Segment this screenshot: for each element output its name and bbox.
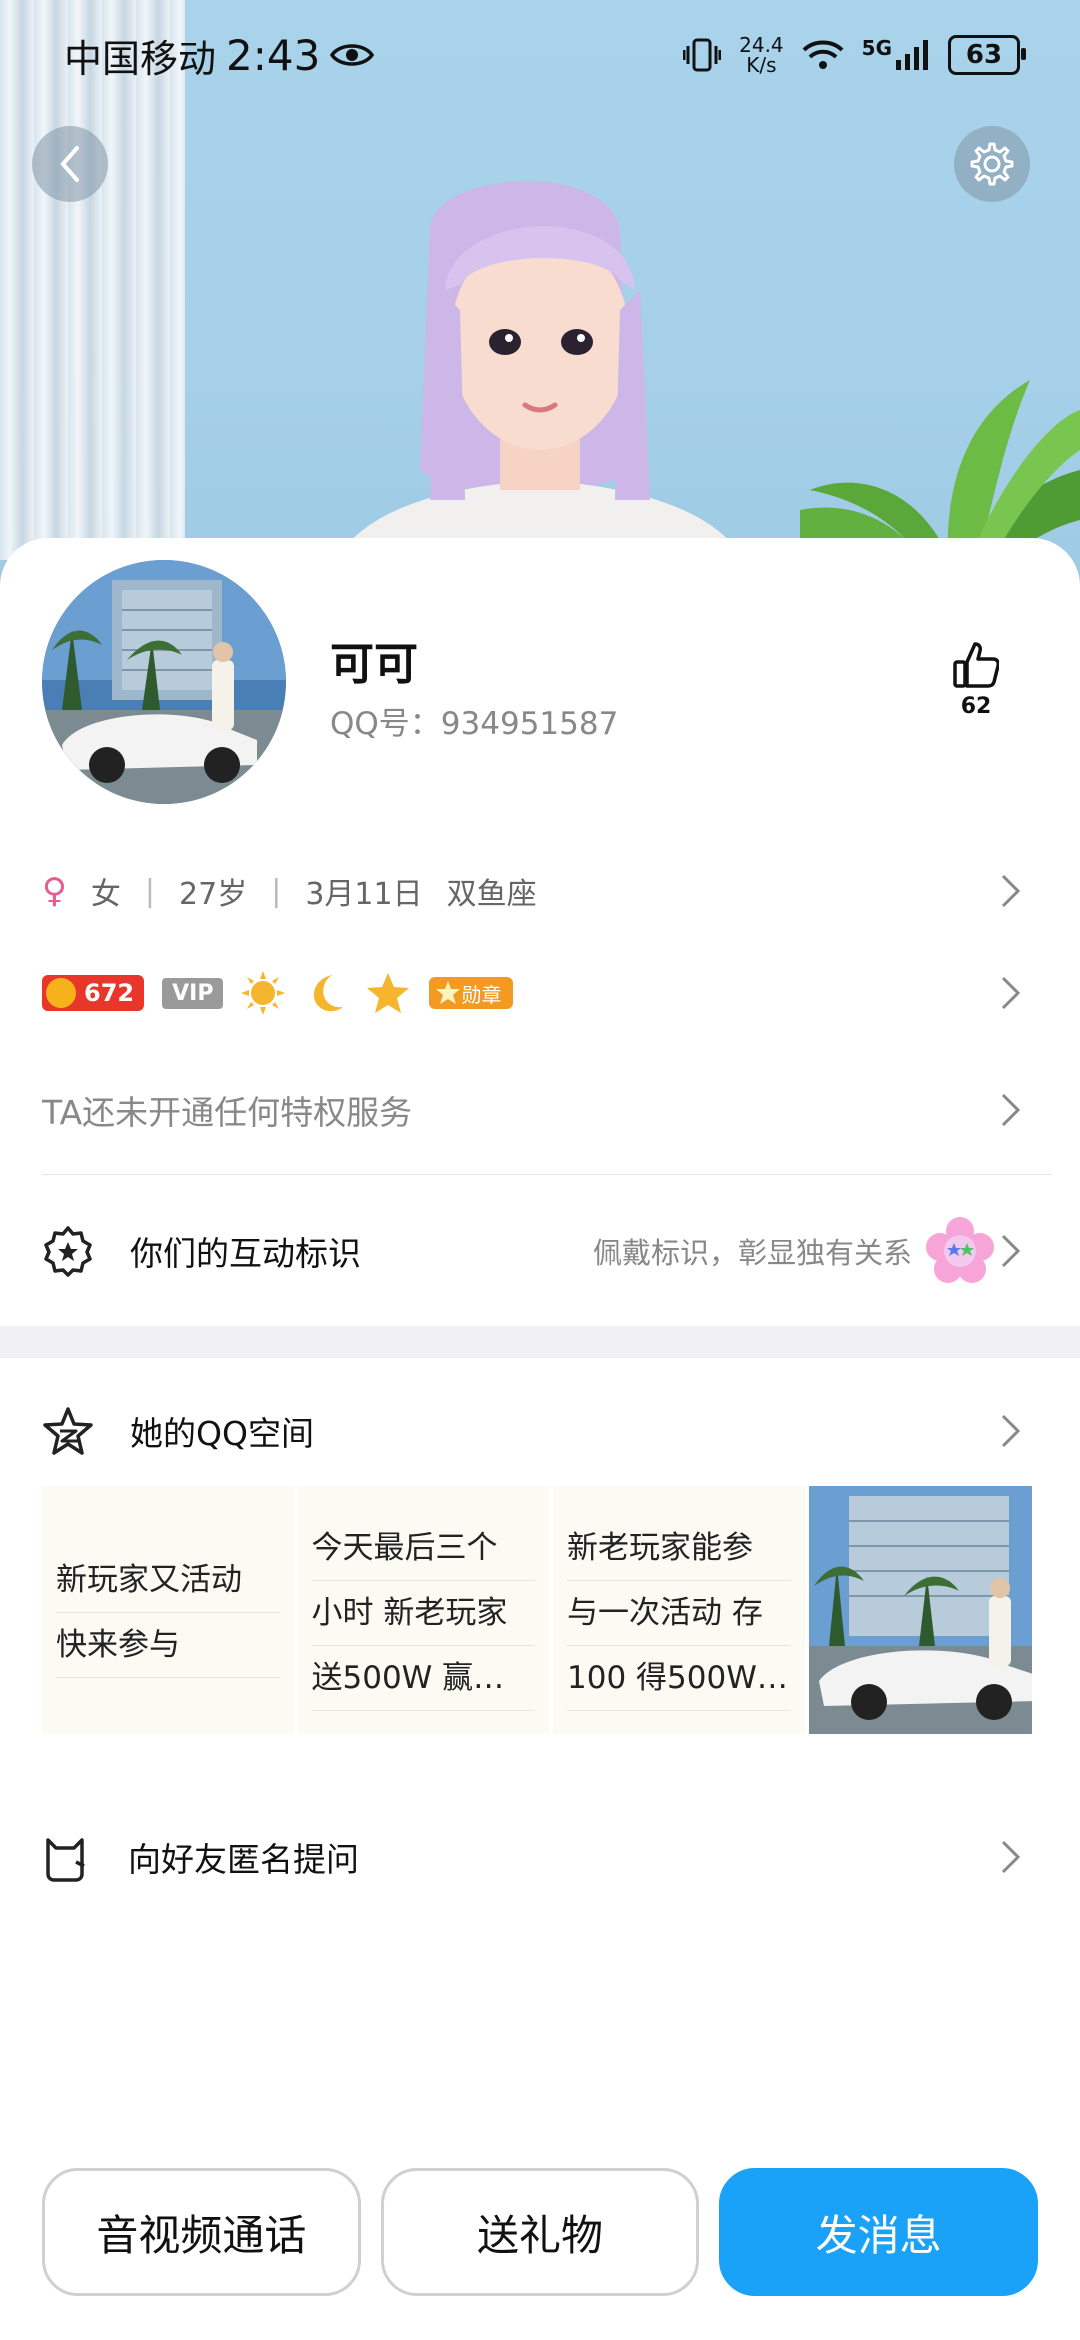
post-line: 新老玩家能参 [567, 1516, 791, 1581]
divider: | [271, 873, 282, 909]
profile-card: 可可 QQ号：934951587 62 ♀ 女 | 27岁 | 3月11日 双鱼… [0, 538, 1080, 2340]
qq-level-badge: 672 [42, 975, 145, 1011]
basic-info-row[interactable]: ♀ 女 | 27岁 | 3月11日 双鱼座 [42, 856, 1052, 926]
network-type: 5G [861, 36, 892, 60]
thumbs-up-icon [953, 642, 1000, 688]
privilege-row[interactable]: TA还未开通任何特权服务 [42, 1070, 1052, 1150]
action-bar: 音视频通话 送礼物 发消息 [42, 2168, 1039, 2296]
back-button[interactable] [32, 126, 108, 202]
interaction-label: 你们的互动标识 [130, 1234, 361, 1273]
zodiac: 双鱼座 [446, 877, 537, 912]
qzone-post-tile[interactable]: 新玩家又活动 快来参与 [42, 1486, 294, 1734]
chevron-right-icon [1001, 874, 1021, 908]
medal-star-icon [436, 981, 461, 1004]
battery-level: 63 [965, 40, 1003, 70]
medal-badge: 勋章 [429, 977, 514, 1009]
send-gift-button[interactable]: 送礼物 [380, 2168, 700, 2296]
battery-indicator: 63 [948, 35, 1026, 75]
avatar[interactable] [42, 560, 286, 804]
chevron-right-icon [1001, 1234, 1021, 1268]
level-badges-row[interactable]: 672 VIP 勋章 [42, 958, 1052, 1028]
vip-badge: VIP [162, 977, 224, 1009]
chevron-right-icon [1001, 1414, 1021, 1448]
star-badge-icon [44, 1226, 92, 1277]
level-value: 672 [84, 979, 135, 1007]
post-line: 100 得500W… [567, 1646, 791, 1711]
post-line: 快来参与 [56, 1613, 280, 1678]
qq-number: QQ号：934951587 [330, 706, 619, 742]
wifi-icon [802, 40, 844, 69]
divider: | [144, 873, 156, 909]
qzone-post-tile[interactable]: 新老玩家能参 与一次活动 存 100 得500W… [553, 1486, 805, 1734]
qzone-post-tile[interactable]: 今天最后三个 小时 新老玩家 送500W 赢… [297, 1486, 549, 1734]
cat-icon [46, 1838, 85, 1882]
chevron-right-icon [1001, 1093, 1021, 1127]
post-line: 今天最后三个 [311, 1516, 535, 1581]
like-count: 62 [960, 694, 992, 719]
video-call-button[interactable]: 音视频通话 [42, 2168, 361, 2296]
post-line: 与一次活动 存 [567, 1581, 791, 1646]
vibrate-icon [683, 38, 722, 72]
sun-icon [241, 971, 286, 1015]
post-line: 小时 新老玩家 [311, 1581, 535, 1646]
speed-unit: K/s [746, 53, 777, 77]
separator [42, 1174, 1052, 1175]
send-message-button[interactable]: 发消息 [719, 2168, 1039, 2296]
carrier-label: 中国移动 [64, 36, 217, 81]
eye-icon [330, 44, 375, 66]
chevron-left-icon [60, 146, 79, 182]
speed-value: 24.4 [739, 33, 784, 57]
clock: 2:43 [226, 30, 321, 80]
section-gap [0, 1326, 1080, 1358]
signal-icon [896, 40, 928, 70]
female-icon: ♀ [42, 871, 67, 911]
like-button[interactable]: 62 [945, 640, 1007, 719]
post-line: 送500W 赢… [311, 1646, 535, 1711]
qzone-star-icon [43, 1407, 93, 1455]
qzone-preview-grid[interactable]: 新玩家又活动 快来参与 今天最后三个 小时 新老玩家 送500W 赢… 新老玩家… [42, 1486, 1032, 1734]
qzone-label: 她的QQ空间 [130, 1414, 314, 1453]
interaction-mark-row[interactable]: 你们的互动标识 佩戴标识，彰显独有关系 [42, 1206, 1052, 1296]
qzone-row[interactable]: 她的QQ空间 [42, 1386, 1052, 1476]
medal-label: 勋章 [461, 982, 502, 1007]
privilege-text: TA还未开通任何特权服务 [42, 1093, 413, 1132]
moon-icon [314, 975, 344, 1012]
qzone-photo [808, 1486, 1032, 1734]
post-line: 新玩家又活动 [56, 1548, 280, 1613]
status-bar: 中国移动 2:43 24.4 K/s 5G 63 [0, 0, 1080, 110]
qzone-photo-tile[interactable] [808, 1486, 1032, 1734]
gear-icon [970, 142, 1014, 186]
interaction-hint: 佩戴标识，彰显独有关系 [592, 1236, 912, 1270]
gender: 女 [90, 877, 121, 912]
anonymous-ask-row[interactable]: 向好友匿名提问 [42, 1812, 1052, 1902]
age: 27岁 [179, 877, 248, 912]
ask-label: 向好友匿名提问 [128, 1840, 359, 1879]
star-icon [367, 973, 410, 1013]
birthday: 3月11日 [305, 877, 423, 912]
network-speed: 24.4 K/s [739, 35, 784, 75]
profile-cover: 中国移动 2:43 24.4 K/s 5G 63 [0, 0, 1080, 620]
chevron-right-icon [1001, 1840, 1021, 1874]
profile-name: 可可 [330, 639, 418, 690]
flower-badge-icon [926, 1217, 994, 1283]
chevron-right-icon [1001, 976, 1021, 1010]
settings-button[interactable] [954, 126, 1030, 202]
crown-icon [46, 978, 76, 1008]
avatar-photo [42, 560, 286, 804]
